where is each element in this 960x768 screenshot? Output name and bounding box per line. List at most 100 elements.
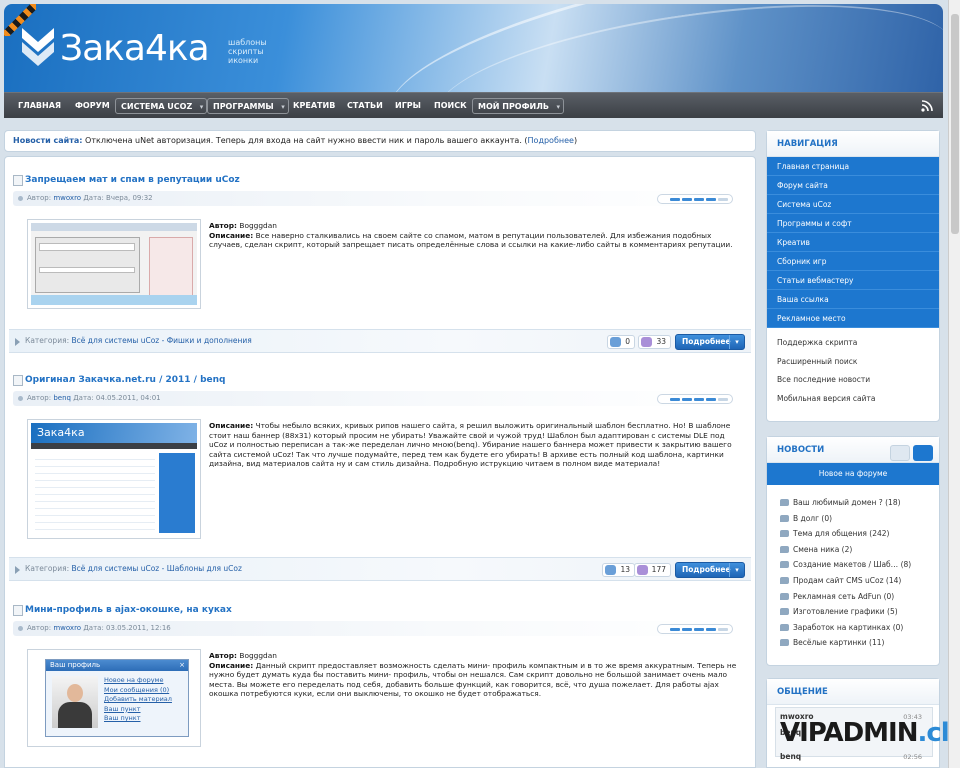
nav-item-forum[interactable]: ФОРУМ: [75, 98, 110, 114]
popup-link[interactable]: Ваш пункт: [104, 714, 172, 724]
rss-icon[interactable]: [921, 100, 933, 112]
logo-chevron-icon[interactable]: [20, 26, 56, 68]
news-tab-grid-icon[interactable]: [913, 445, 933, 461]
notice-text: Отключена uNet авторизация. Теперь для в…: [85, 136, 528, 145]
entry-title[interactable]: Запрещаем мат и спам в репутации uCoz: [13, 175, 240, 186]
comments-count[interactable]: 0: [607, 335, 635, 349]
main-nav: ГЛАВНАЯ ФОРУМ СИСТЕМА UCOZ ПРОГРАММЫ КРЕ…: [4, 92, 943, 118]
entry-author: Bogggdan: [239, 651, 277, 660]
popup-title: Ваш профиль: [50, 661, 101, 669]
entry-body: Описание: Чтобы небыло всяких, кривых ри…: [209, 421, 732, 468]
chat-user[interactable]: benq: [780, 752, 801, 761]
notice-label: Новости сайта:: [13, 136, 83, 145]
chat-time: 02:56: [903, 753, 922, 761]
news-tabs: [887, 445, 933, 461]
entry-footer: Категория: Всё для системы uCoz - Шаблон…: [9, 557, 751, 581]
sidebar-item-articles[interactable]: Статьи вебмастеру: [767, 271, 939, 290]
entry-thumbnail[interactable]: Ваш профиль × Новое на форуме Мои сообще…: [27, 649, 201, 747]
views-icon: [636, 565, 648, 575]
sidebar-item-support[interactable]: Поддержка скрипта: [767, 334, 939, 353]
watermark: VIPADMIN.club: [780, 718, 960, 748]
comments-count[interactable]: 13: [602, 563, 635, 577]
popup-link[interactable]: Ваш пункт: [104, 705, 172, 715]
views-count: 33: [638, 335, 671, 349]
sidebar-item-ad[interactable]: Рекламное место: [767, 309, 939, 328]
sidebar-item-creative[interactable]: Креатив: [767, 233, 939, 252]
sidebar-item-advanced-search[interactable]: Расширенный поиск: [767, 353, 939, 372]
entry-thumbnail[interactable]: [27, 219, 201, 309]
forum-topic[interactable]: Ваш любимый домен ? (18): [767, 495, 939, 511]
nav-item-home[interactable]: ГЛАВНАЯ: [18, 98, 61, 114]
sidebar-item-home[interactable]: Главная страница: [767, 157, 939, 176]
scrollbar-thumb[interactable]: [951, 14, 959, 234]
forum-topic[interactable]: В долг (0): [767, 511, 939, 527]
entry-thumbnail[interactable]: Зака4ка: [27, 419, 201, 539]
sidebar-title: НАВИГАЦИЯ: [767, 131, 939, 157]
main-content: Запрещаем мат и спам в репутации uCoz Ав…: [4, 156, 756, 768]
category-link[interactable]: Всё для системы uCoz - Шаблоны для uCoz: [72, 564, 242, 573]
comment-icon: [610, 337, 622, 347]
popup-link[interactable]: Добавить материал: [104, 695, 172, 705]
nav-item-programs[interactable]: ПРОГРАММЫ: [207, 98, 289, 115]
sidebar-item-ucoz[interactable]: Система uCoz: [767, 195, 939, 214]
nav-item-games[interactable]: ИГРЫ: [395, 98, 421, 114]
sidebar-item-mobile[interactable]: Мобильная версия сайта: [767, 390, 939, 409]
entry-description: Все наверно сталкивались на своем сайте …: [209, 230, 733, 250]
entry-meta: Автор: mwoxro Дата: Вчера, 09:32: [13, 191, 735, 206]
forum-topic[interactable]: Весёлые картинки (11): [767, 635, 939, 651]
category-link[interactable]: Всё для системы uCoz - Фишки и дополнени…: [72, 336, 252, 345]
popup-link[interactable]: Новое на форуме: [104, 676, 172, 686]
entry-title[interactable]: Оригинал Закачка.net.ru / 2011 / benq: [12, 375, 225, 386]
forum-topic[interactable]: Заработок на картинках (0): [767, 620, 939, 636]
sidebar-item-your-link[interactable]: Ваша ссылка: [767, 290, 939, 309]
entry: Мини-профиль в ajax-окошке, на куках Авт…: [13, 605, 747, 767]
sidebar-navigation: НАВИГАЦИЯ Главная страница Форум сайта С…: [766, 130, 940, 422]
forum-topic[interactable]: Тема для общения (242): [767, 526, 939, 542]
site-logo[interactable]: Зака4ка: [60, 28, 210, 69]
nav-item-articles[interactable]: СТАТЬИ: [347, 98, 383, 114]
meta-author-link[interactable]: mwoxro: [53, 194, 81, 202]
notice-more-link[interactable]: Подробнее: [528, 136, 574, 145]
entry-title[interactable]: Мини-профиль в ajax-окошке, на куках: [13, 605, 232, 616]
nav-item-search[interactable]: ПОИСК: [434, 98, 467, 114]
read-more-button[interactable]: Подробнее: [675, 334, 745, 350]
forum-topic[interactable]: Продам сайт CMS uCoz (14): [767, 573, 939, 589]
rating-bar[interactable]: [657, 624, 733, 634]
sidebar-item-games[interactable]: Сборник игр: [767, 252, 939, 271]
sidebar-title: ОБЩЕНИЕ: [767, 679, 939, 705]
forum-topic[interactable]: Изготовление графики (5): [767, 604, 939, 620]
nav-item-profile[interactable]: МОЙ ПРОФИЛЬ: [472, 98, 564, 115]
forum-topic-list: Ваш любимый домен ? (18) В долг (0) Тема…: [767, 485, 939, 651]
views-count: 177: [633, 563, 671, 577]
entry: Запрещаем мат и спам в репутации uCoz Ав…: [9, 175, 751, 353]
news-tab-list-icon[interactable]: [890, 445, 910, 461]
forum-topic[interactable]: Создание макетов / Шаб… (8): [767, 557, 939, 573]
sidebar-item-programs[interactable]: Программы и софт: [767, 214, 939, 233]
page-scrollbar[interactable]: [948, 0, 960, 768]
rating-bar[interactable]: [657, 394, 733, 404]
sidebar-item-latest-news[interactable]: Все последние новости: [767, 371, 939, 390]
nav-item-ucoz[interactable]: СИСТЕМА UCOZ: [115, 98, 208, 115]
entry-body: Автор: Bogggdan Описание: Данный скрипт …: [209, 651, 737, 699]
tagline-item: шаблоны: [228, 38, 267, 47]
read-more-button[interactable]: Подробнее: [675, 562, 745, 578]
sidebar-nav-primary: Главная страница Форум сайта Система uCo…: [767, 157, 939, 328]
meta-author-link[interactable]: mwoxro: [53, 624, 81, 632]
popup-link[interactable]: Мои сообщения (0): [104, 686, 172, 696]
meta-author-link[interactable]: benq: [53, 394, 71, 402]
sidebar-nav-secondary: Поддержка скрипта Расширенный поиск Все …: [767, 328, 939, 408]
sidebar-item-forum[interactable]: Форум сайта: [767, 176, 939, 195]
nav-item-creative[interactable]: КРЕАТИВ: [293, 98, 335, 114]
forum-topic[interactable]: Рекламная сеть AdFun (0): [767, 589, 939, 605]
rating-bar[interactable]: [657, 194, 733, 204]
forum-topic[interactable]: Смена ника (2): [767, 542, 939, 558]
entry-meta: Автор: benq Дата: 04.05.2011, 04:01: [13, 391, 735, 406]
entry-description: Чтобы небыло всяких, кривых рипов нашего…: [209, 421, 732, 468]
tagline-item: скрипты: [228, 47, 264, 56]
avatar: [52, 676, 98, 728]
notice-close-paren: ): [573, 136, 578, 145]
entry-meta: Автор: mwoxro Дата: 03.05.2011, 12:16: [13, 621, 735, 636]
entry-description: Данный скрипт предоставляет возможность …: [209, 660, 737, 699]
site-header: Зака4ка шаблоны скрипты иконки: [4, 4, 943, 92]
close-icon[interactable]: ×: [179, 660, 185, 671]
